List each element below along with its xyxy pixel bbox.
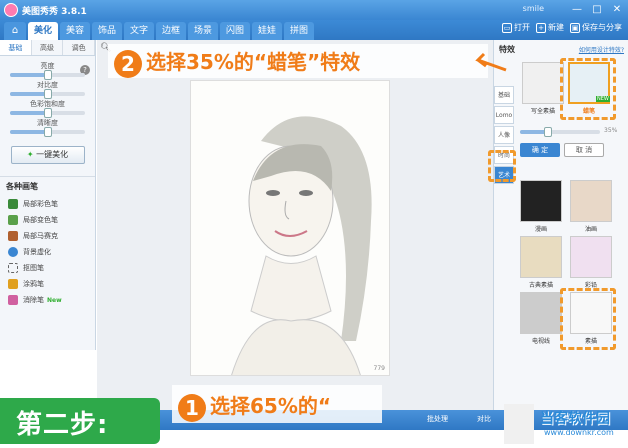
callout-step2: 2 选择35%的“蜡笔”特效	[114, 46, 360, 78]
effect-label: 油画	[584, 226, 597, 233]
subtabs: 基础 高级 调色	[0, 40, 96, 56]
magic-wand-icon: ✦	[26, 150, 34, 159]
cancel-button[interactable]: 取 消	[564, 143, 604, 157]
open-button[interactable]: ▭ 打开	[502, 22, 530, 33]
brush-doodle[interactable]: 涂鸦笔	[0, 276, 95, 292]
category-lomo[interactable]: Lomo	[494, 106, 514, 124]
batch-button[interactable]: 批处理	[427, 414, 448, 424]
subtab-basic[interactable]: 基础	[0, 40, 32, 55]
brush-icon	[8, 215, 18, 225]
photo-canvas[interactable]: 779	[190, 80, 390, 376]
minimize-button[interactable]: —	[570, 3, 584, 16]
highlight-sketch-box	[560, 288, 616, 350]
brush-eraser[interactable]: 消除笔 New	[0, 292, 95, 308]
one-key-beautify-button[interactable]: ✦ 一键美化	[10, 146, 85, 164]
close-button[interactable]: ✕	[610, 3, 624, 16]
effect-thumb-comic[interactable]	[520, 180, 562, 222]
brush-cutout[interactable]: 抠图笔	[0, 260, 95, 276]
slider-thumb[interactable]	[43, 70, 52, 80]
slider-thumb[interactable]	[544, 127, 552, 137]
effect-thumb-sketch-full[interactable]	[522, 62, 564, 104]
slider-thumb[interactable]	[43, 127, 52, 137]
top-actions: ▭ 打开 + 新建 ▣ 保存与分享	[502, 22, 622, 33]
watermark-logo-icon	[504, 404, 534, 444]
save-share-button[interactable]: ▣ 保存与分享	[570, 22, 622, 33]
step-label: 第二步:	[16, 410, 109, 440]
sketch-portrait-image	[191, 81, 389, 375]
home-icon[interactable]: ⌂	[4, 22, 26, 40]
highlight-crayon-box	[560, 58, 616, 120]
callout-step1: 1 选择65%的“	[178, 390, 331, 422]
effect-thumb-tv-line[interactable]	[520, 292, 562, 334]
tab-beautify[interactable]: 美化	[28, 22, 58, 40]
tab-cosmetic[interactable]: 美容	[60, 22, 90, 40]
effect-thumb-classic-sketch[interactable]	[520, 236, 562, 278]
effect-label: 电视线	[531, 338, 550, 345]
callout-number: 1	[178, 393, 206, 422]
new-button[interactable]: + 新建	[536, 22, 564, 33]
slider-thumb[interactable]	[43, 108, 52, 118]
tab-accessories[interactable]: 饰品	[92, 22, 122, 40]
eraser-icon	[8, 295, 18, 305]
cutout-icon	[8, 263, 18, 273]
highlight-art-box	[488, 150, 516, 182]
effect-thumb-color-pencil[interactable]	[570, 236, 612, 278]
menu-bar: ⌂ 美化 美容 饰品 文字 边框 场景 闪图 娃娃 拼图 ▭ 打开 + 新建 ▣ 保存…	[0, 20, 628, 40]
effect-label: 写全素描	[530, 108, 555, 115]
tab-text[interactable]: 文字	[124, 22, 154, 40]
brush-header: 各种画笔	[0, 176, 95, 196]
confirm-button[interactable]: 确 定	[520, 143, 560, 157]
arrow-icon	[475, 52, 507, 72]
brush-local-recolor[interactable]: 局部变色笔	[0, 212, 95, 228]
effect-thumb-oil[interactable]	[570, 180, 612, 222]
compare-button[interactable]: 对比	[477, 414, 491, 424]
subtab-color[interactable]: 调色	[63, 40, 96, 55]
user-name[interactable]: smile	[523, 4, 544, 13]
effect-label: 古典素描	[528, 282, 553, 289]
brush-local-color[interactable]: 局部彩色笔	[0, 196, 95, 212]
brightness-slider[interactable]	[10, 70, 85, 80]
effects-help-link[interactable]: 如何用设计特效?	[579, 45, 624, 54]
folder-icon: ▭	[502, 22, 512, 33]
tab-flash[interactable]: 闪图	[220, 22, 250, 40]
app-title: 美图秀秀 3.8.1	[22, 6, 87, 17]
category-basic[interactable]: 基础	[494, 86, 514, 104]
maximize-button[interactable]: □	[590, 3, 604, 16]
callout-number: 2	[114, 49, 142, 78]
pencil-icon	[8, 279, 18, 289]
contrast-slider[interactable]	[10, 89, 85, 99]
title-bar: 美图秀秀 3.8.1 smile — □ ✕	[0, 0, 628, 20]
slider-thumb[interactable]	[43, 89, 52, 99]
left-panel: 基础 高级 调色 ? 亮度 对比度 色彩饱和度 清晰度 ✦ 一键美化 各种画笔 …	[0, 40, 96, 350]
sharpness-slider[interactable]	[10, 127, 85, 137]
saturation-slider[interactable]	[10, 108, 85, 118]
brush-icon	[8, 199, 18, 209]
save-icon: ▣	[570, 22, 580, 33]
effect-label: 漫画	[534, 226, 547, 233]
brush-mosaic[interactable]: 局部马赛克	[0, 228, 95, 244]
new-badge: New	[47, 296, 62, 304]
effect-strength-slider[interactable]	[520, 127, 600, 137]
mosaic-icon	[8, 231, 18, 241]
category-portrait[interactable]: 人像	[494, 126, 514, 144]
brush-background-blur[interactable]: 背景虚化	[0, 244, 95, 260]
effect-strength-value: 35%	[604, 127, 618, 134]
subtab-advanced[interactable]: 高级	[32, 40, 64, 55]
image-size-label: 779	[373, 365, 385, 372]
plus-icon: +	[536, 22, 546, 33]
tab-frame[interactable]: 边框	[156, 22, 186, 40]
app-logo-icon	[4, 3, 18, 17]
watermark-title: 当客软件园	[540, 411, 610, 427]
tab-collage[interactable]: 拼图	[284, 22, 314, 40]
tab-scene[interactable]: 场景	[188, 22, 218, 40]
tab-doll[interactable]: 娃娃	[252, 22, 282, 40]
blur-icon	[8, 247, 18, 257]
watermark-url: www.downkr.com	[544, 428, 614, 437]
